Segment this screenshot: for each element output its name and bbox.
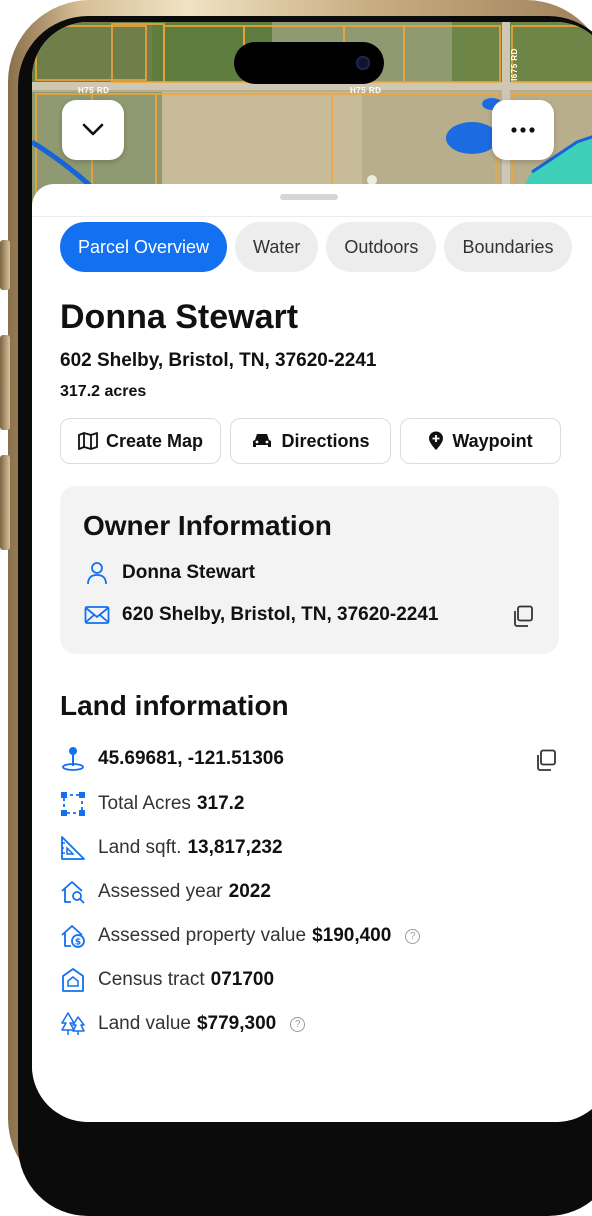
copy-icon[interactable] [535,749,557,771]
road-label: H75 RD [350,86,382,95]
help-icon[interactable]: ? [290,1016,306,1032]
app-screen: H75 RD H75 RD I675 RD Parcel Overview Wa… [32,22,592,1122]
owner-name-row: Donna Stewart [84,560,255,586]
house-search-icon [61,881,85,904]
sheet-drag-handle[interactable] [280,194,338,200]
trees-icon [61,1012,85,1035]
copy-icon[interactable] [512,605,534,627]
phone-side-button [0,240,10,290]
land-row-label: Assessed property value [98,925,307,946]
page-title: Donna Stewart [60,298,299,336]
parcel-acres: 317.2 acres [60,383,147,400]
create-map-label: Create Map [105,430,204,451]
create-map-button[interactable]: Create Map [60,418,221,464]
phone-side-button [0,335,10,430]
coordinates-value: 45.69681, -121.51306 [98,748,284,769]
house-dollar-icon: $ [61,925,85,948]
waypoint-button[interactable]: Waypoint [400,418,561,464]
land-row-value: $190,400 [312,925,392,946]
census-tract-row: Census tract 071700 [60,967,274,993]
more-options-button[interactable] [492,100,554,160]
owner-address-value: 620 Shelby, Bristol, TN, 37620-2241 [122,604,439,625]
car-icon [253,434,272,447]
land-row-label: Assessed year [98,881,223,902]
tab-boundaries[interactable]: Boundaries [444,222,572,272]
parcel-detail-sheet: Parcel Overview Water Outdoors Boundarie… [32,184,592,1122]
parcel-address: 602 Shelby, Bristol, TN, 37620-2241 [60,350,377,371]
land-row-value: $779,300 [196,1013,277,1034]
person-icon [87,562,107,585]
ellipsis-icon [511,127,535,133]
land-value-row: Land value $779,300 ? [60,1011,306,1037]
bounding-box-icon [61,792,85,816]
collapse-button[interactable] [62,100,124,160]
directions-button[interactable]: Directions [230,418,391,464]
dynamic-island [234,42,384,84]
owner-information-card: Owner Information Donna Stewart 620 Shel… [60,486,559,654]
ruler-triangle-icon [61,836,85,860]
action-buttons: Create Map Directions Waypoint [60,418,561,464]
tab-outdoors[interactable]: Outdoors [326,222,437,272]
census-house-icon [62,968,84,992]
waypoint-pin-icon [429,431,444,450]
land-row-label: Land value [98,1013,191,1034]
chevron-down-icon [82,123,104,136]
coordinates-row: 45.69681, -121.51306 [60,746,284,772]
owner-address-row: 620 Shelby, Bristol, TN, 37620-2241 [84,604,438,626]
tab-water[interactable]: Water [235,222,319,272]
map-icon [78,432,98,450]
camera-icon [356,56,370,70]
help-icon[interactable]: ? [405,928,421,944]
land-row-label: Land sqft. [98,837,182,858]
road-label: I675 RD [509,48,519,81]
category-tabs: Parcel Overview Water Outdoors Boundarie… [60,222,572,272]
land-sqft-row: Land sqft. 13,817,232 [60,835,283,861]
envelope-icon [84,606,110,624]
land-info-title: Land information [60,690,289,721]
land-row-label: Census tract [98,969,205,990]
tab-parcel-overview[interactable]: Parcel Overview [60,222,228,272]
assessed-property-value-row: $ Assessed property value $190,400 ? [60,923,421,949]
directions-label: Directions [281,430,370,451]
divider [32,216,592,217]
road-label: H75 RD [78,86,110,95]
waypoint-label: Waypoint [452,430,533,451]
location-pin-icon [62,747,84,771]
owner-info-title: Owner Information [83,510,332,541]
phone-side-button [0,455,10,550]
svg-text:$: $ [75,938,81,948]
land-row-value: 13,817,232 [187,837,283,858]
land-row-label: Total Acres [98,793,191,814]
land-row-value: 071700 [210,969,275,990]
assessed-year-row: Assessed year 2022 [60,879,271,905]
land-row-value: 317.2 [196,793,245,814]
total-acres-row: Total Acres 317.2 [60,791,244,817]
land-row-value: 2022 [228,881,271,902]
owner-name-value: Donna Stewart [122,562,256,583]
